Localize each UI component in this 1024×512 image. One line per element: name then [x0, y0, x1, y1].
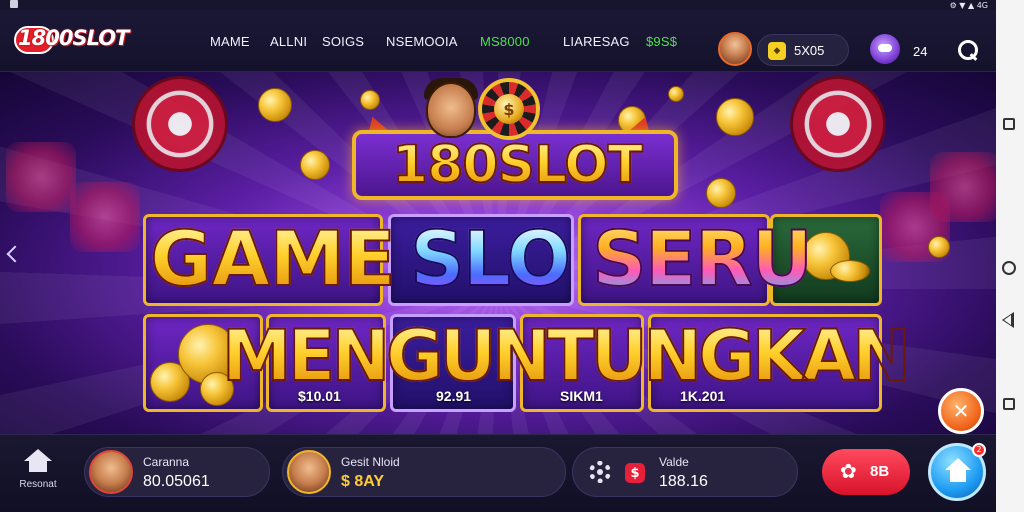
- tile-value-3: SIKM1: [560, 388, 603, 404]
- home-icon: [24, 449, 52, 473]
- card-2-label: Gesit Nloid: [341, 455, 400, 469]
- home-tab[interactable]: Resonat: [16, 449, 60, 490]
- tile-value-2: 92.91: [436, 388, 472, 404]
- nav-link-3[interactable]: SOIGS: [322, 34, 364, 49]
- banner-word-slo: SLO: [409, 214, 572, 303]
- gold-coin: [668, 86, 684, 102]
- overview-button[interactable]: [1003, 398, 1015, 410]
- banner-word-menguntungkan: MENGUNTUNGKAN: [221, 315, 912, 397]
- android-nav-bar: [996, 0, 1024, 512]
- promo-banner[interactable]: $ 180SLOT GAME SLO SERU MENGUNTUNGKAN $1…: [0, 72, 996, 434]
- promo-button-label: 8B: [870, 463, 890, 480]
- card-1-label: Caranna: [143, 455, 190, 469]
- banner-title: 180SLOT: [362, 135, 672, 195]
- recents-button[interactable]: [1003, 118, 1015, 130]
- header-count: 24: [913, 44, 928, 59]
- roulette-center: $: [494, 94, 524, 124]
- nav-link-5[interactable]: MS8000: [480, 34, 530, 49]
- tile-value-4: 1K.201: [680, 388, 726, 404]
- logo-text: 1800SLOT: [18, 26, 129, 50]
- mascot-icon[interactable]: [870, 34, 900, 64]
- info-card-2[interactable]: Gesit Nloid $ 8AY: [282, 447, 566, 497]
- gift-icon: ✿: [840, 459, 857, 483]
- tools-button[interactable]: ✕: [938, 388, 984, 434]
- balance-value: 5X05: [794, 43, 825, 58]
- status-bar: ⚙ ▼ ▲ 4G: [0, 0, 996, 10]
- card-1-value: 80.05061: [143, 473, 210, 490]
- home-icon: [945, 458, 971, 484]
- stage-light: [70, 182, 140, 252]
- top-header: 1800SLOT MAME ALLNI SOIGS NSEMOOIA MS800…: [0, 10, 996, 72]
- card-2-value: $ 8AY: [341, 473, 384, 490]
- bottom-bar: Resonat Caranna 80.05061 Gesit Nloid $ 8…: [0, 434, 996, 512]
- gold-coin: [706, 178, 736, 208]
- player-avatar: [89, 450, 133, 494]
- balance-pill[interactable]: ◆ 5X05: [757, 34, 849, 66]
- notification-badge: 2: [972, 443, 986, 457]
- promo-button[interactable]: ✿ 8B: [822, 449, 910, 495]
- card-3-value: 188.16: [659, 473, 708, 490]
- banner-word-game: GAME: [149, 214, 397, 303]
- info-card-3[interactable]: $ Valde 188.16: [572, 447, 798, 497]
- app-root: ⚙ ▼ ▲ 4G 1800SLOT MAME ALLNI SOIGS NSEMO…: [0, 0, 1024, 512]
- site-logo[interactable]: 1800SLOT: [14, 26, 129, 54]
- banner-word-seru: SERU: [591, 214, 814, 303]
- nav-link-4[interactable]: NSEMOOIA: [386, 34, 458, 49]
- card-3-label: Valde: [659, 455, 689, 469]
- nav-link-6[interactable]: LIARESAG: [563, 34, 630, 49]
- stage-light: [6, 142, 76, 212]
- stage-light: [930, 152, 996, 222]
- gold-coin-stack: [830, 260, 870, 282]
- status-icons: ⚙ ▼ ▲ 4G: [949, 0, 988, 10]
- back-button[interactable]: [1002, 312, 1014, 328]
- coin-icon: ◆: [768, 42, 786, 60]
- home-nav-button[interactable]: [1002, 261, 1016, 275]
- nav-link-7[interactable]: $9S$: [646, 34, 677, 49]
- gold-coin: [928, 236, 950, 258]
- search-icon[interactable]: [958, 40, 980, 62]
- gold-coin: [258, 88, 292, 122]
- gold-coin: [360, 90, 380, 110]
- gold-coin: [300, 150, 330, 180]
- notification-icon: [10, 0, 18, 8]
- mascot-character: [426, 82, 476, 138]
- info-card-1[interactable]: Caranna 80.05061: [84, 447, 270, 497]
- tile-value-1: $10.01: [298, 388, 341, 404]
- gear-icon[interactable]: [589, 461, 611, 483]
- dollar-icon: $: [625, 463, 645, 483]
- user-avatar[interactable]: [718, 32, 752, 66]
- player-avatar: [287, 450, 331, 494]
- nav-link-2[interactable]: ALLNI: [270, 34, 307, 49]
- gold-coin: [716, 98, 754, 136]
- chevron-left-icon[interactable]: [4, 244, 18, 268]
- nav-link-1[interactable]: MAME: [210, 34, 250, 49]
- home-label: Resonat: [19, 479, 57, 490]
